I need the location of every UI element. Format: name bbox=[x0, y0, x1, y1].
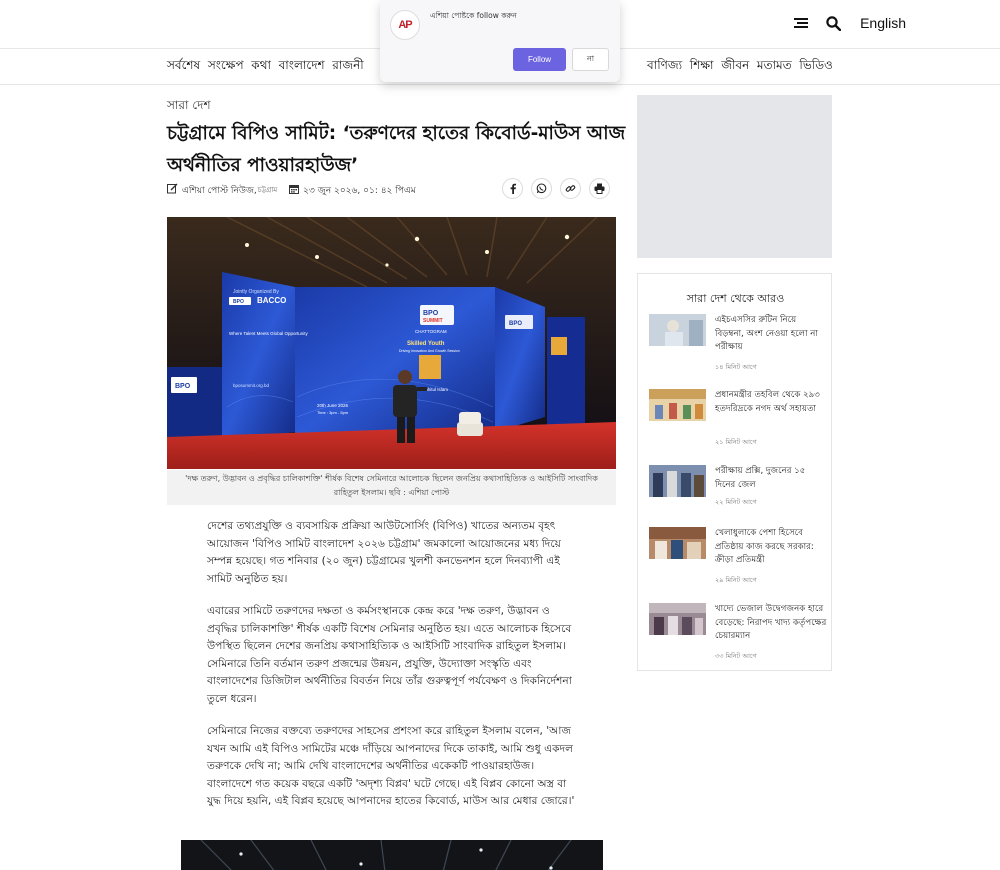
share-buttons bbox=[502, 178, 610, 199]
header-actions: English bbox=[792, 14, 906, 32]
copy-link-button[interactable] bbox=[560, 178, 581, 199]
author-location: চট্টগ্রাম bbox=[257, 186, 278, 194]
news-thumbnail bbox=[649, 389, 706, 421]
nav-item-video[interactable]: ভিডিও bbox=[799, 57, 832, 77]
language-switch[interactable]: English bbox=[860, 15, 906, 31]
svg-text:BPO: BPO bbox=[233, 299, 244, 305]
decline-button[interactable]: না bbox=[572, 48, 609, 71]
more-news-title: সারা দেশ থেকে আরও bbox=[686, 292, 785, 305]
paragraph: এবারের সামিটে তরুণদের দক্ষতা ও কর্মসংস্থ… bbox=[207, 605, 572, 705]
article-body: দেশের তথ্যপ্রযুক্তি ও ব্যবসায়িক প্রক্রি… bbox=[207, 518, 582, 826]
print-button[interactable] bbox=[589, 178, 610, 199]
news-title: খেলাধুলাকে পেশা হিসেবে প্রতিষ্ঠায় কাজ ক… bbox=[715, 528, 814, 565]
paragraph: দেশের তথ্যপ্রযুক্তি ও ব্যবসায়িক প্রক্রি… bbox=[207, 520, 561, 585]
whatsapp-icon bbox=[536, 183, 547, 194]
news-thumbnail bbox=[649, 314, 706, 346]
news-title: পরীক্ষায় প্রক্সি, দুজনের ১৫ দিনের জেল bbox=[715, 466, 806, 490]
news-time: ২৯ মিনিট আগে bbox=[715, 576, 757, 584]
image-caption: 'দক্ষ তরুণ, উদ্ভাবন ও প্রবৃদ্ধির চালিকাশ… bbox=[167, 470, 616, 505]
facebook-icon bbox=[510, 183, 516, 194]
article-meta: এশিয়া পোস্ট নিউজ, চট্টগ্রাম ২৩ জুন ২০২৬… bbox=[167, 183, 416, 197]
list-item[interactable]: পরীক্ষায় প্রক্সি, দুজনের ১৫ দিনের জেল ২… bbox=[649, 465, 829, 525]
nav-item-business[interactable]: বাণিজ্য bbox=[647, 57, 682, 77]
site-logo: AP bbox=[390, 10, 420, 40]
printer-icon bbox=[594, 183, 605, 194]
svg-text:bposummit.org.bd: bposummit.org.bd bbox=[233, 383, 270, 388]
nav-item-bangladesh[interactable]: বাংলাদেশ bbox=[279, 57, 325, 77]
link-icon bbox=[565, 185, 576, 192]
svg-text:Jointly Organized By: Jointly Organized By bbox=[233, 289, 279, 295]
svg-text:SUMMIT: SUMMIT bbox=[423, 318, 443, 324]
svg-text:CHATTOGRAM: CHATTOGRAM bbox=[415, 329, 447, 334]
svg-text:BPO: BPO bbox=[509, 321, 522, 327]
svg-text:Where Talent Meets Global Oppo: Where Talent Meets Global Opportunity bbox=[229, 331, 308, 336]
publish-date: ২৩ জুন ২০২৬, ০১: ৪২ পিএম bbox=[303, 185, 416, 196]
news-time: ২১ মিনিট আগে bbox=[715, 438, 757, 446]
section-label[interactable]: সারা দেশ bbox=[167, 97, 211, 117]
article-headline: চট্টগ্রামে বিপিও সামিট: ‘তরুণদের হাতের ক… bbox=[167, 123, 626, 176]
svg-text:Skilled Youth: Skilled Youth bbox=[407, 341, 445, 347]
nav-item-brief[interactable]: সংক্ষেপ bbox=[208, 57, 244, 77]
author-name: এশিয়া পোস্ট নিউজ, bbox=[182, 185, 257, 196]
menu-icon[interactable] bbox=[792, 14, 810, 32]
nav-item-opinion[interactable]: মতামত bbox=[757, 57, 792, 77]
more-news-box: সারা দেশ থেকে আরও এইচএসসির রুটিন নিয়ে ব… bbox=[637, 273, 832, 671]
svg-text:BACCO: BACCO bbox=[257, 296, 286, 305]
nav-item-politics[interactable]: রাজনী bbox=[332, 57, 363, 77]
svg-text:20th June 2026: 20th June 2026 bbox=[317, 403, 349, 408]
nav-item-education[interactable]: শিক্ষা bbox=[690, 57, 714, 77]
svg-text:BPO: BPO bbox=[423, 310, 439, 317]
news-time: ৩৩ মিনিট আগে bbox=[715, 652, 757, 660]
hero-image: Jointly Organized By BPO BACCO Where Tal… bbox=[167, 217, 616, 469]
svg-text:Time : 3pm - 5pm: Time : 3pm - 5pm bbox=[317, 410, 349, 415]
popup-message: এশিয়া পোষ্টকে follow করুন bbox=[430, 11, 517, 20]
edit-icon bbox=[167, 183, 178, 197]
nav-item-talk[interactable]: কথা bbox=[251, 57, 271, 77]
follow-popup: AP এশিয়া পোষ্টকে follow করুন Follow না bbox=[380, 0, 620, 82]
news-thumbnail bbox=[649, 465, 706, 497]
whatsapp-share-button[interactable] bbox=[531, 178, 552, 199]
calendar-icon bbox=[289, 184, 300, 197]
follow-button[interactable]: Follow bbox=[513, 48, 566, 71]
svg-text:BPO: BPO bbox=[175, 383, 191, 390]
facebook-share-button[interactable] bbox=[502, 178, 523, 199]
svg-text:Driving Innovation And Growth: Driving Innovation And Growth Session bbox=[399, 349, 460, 353]
search-icon[interactable] bbox=[824, 14, 842, 32]
list-item[interactable]: খেলাধুলাকে পেশা হিসেবে প্রতিষ্ঠায় কাজ ক… bbox=[649, 527, 829, 587]
news-time: ১৪ মিনিট আগে bbox=[715, 363, 757, 371]
list-item[interactable]: প্রধানমন্ত্রীর তহবিল থেকে ২৯৩ হতদরিদ্রকে… bbox=[649, 389, 829, 449]
inline-image bbox=[181, 840, 603, 870]
nav-item-life[interactable]: জীবন bbox=[721, 57, 749, 77]
news-thumbnail bbox=[649, 527, 706, 559]
news-time: ২২ মিনিট আগে bbox=[715, 498, 757, 506]
list-item[interactable]: এইচএসসির রুটিন নিয়ে বিড়ম্বনা, অংশ নেওয… bbox=[649, 314, 829, 374]
ad-placeholder bbox=[637, 95, 832, 258]
list-item[interactable]: খাদ্যে ভেজাল উদ্বেগজনক হারে বেড়েছে: নির… bbox=[649, 603, 829, 663]
news-title: প্রধানমন্ত্রীর তহবিল থেকে ২৯৩ হতদরিদ্রকে… bbox=[715, 390, 820, 414]
news-title: এইচএসসির রুটিন নিয়ে বিড়ম্বনা, অংশ নেওয… bbox=[715, 315, 818, 352]
news-thumbnail bbox=[649, 603, 706, 635]
paragraph: সেমিনারে নিজের বক্তব্যে তরুণদের সাহসের প… bbox=[207, 725, 575, 807]
news-title: খাদ্যে ভেজাল উদ্বেগজনক হারে বেড়েছে: নির… bbox=[715, 604, 827, 641]
nav-item-latest[interactable]: সর্বশেষ bbox=[167, 57, 200, 77]
